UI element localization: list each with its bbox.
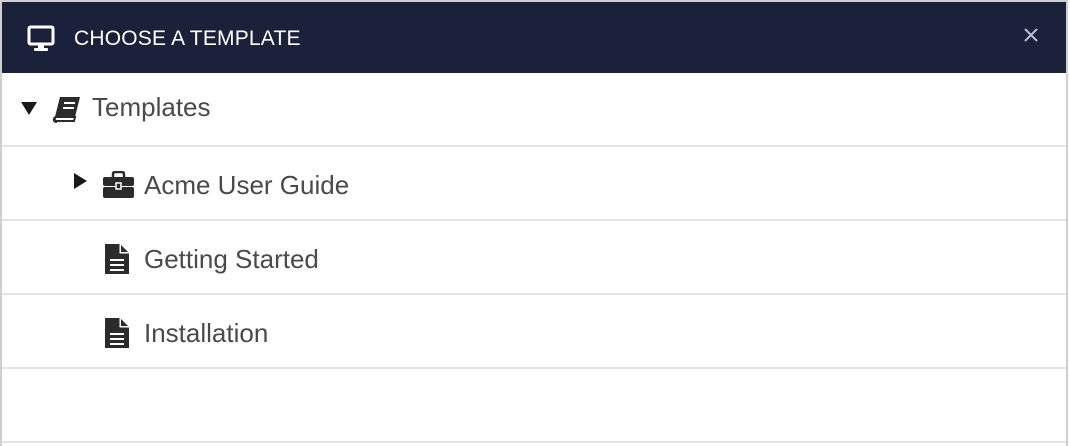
empty-row <box>2 369 1066 443</box>
document-icon <box>105 318 129 348</box>
choose-template-dialog: CHOOSE A TEMPLATE Templates Acme User Gu… <box>0 0 1068 446</box>
caret-right-icon[interactable] <box>71 172 89 190</box>
monitor-icon <box>27 25 55 51</box>
tree-node-installation[interactable]: Installation <box>2 295 1066 369</box>
tree-node-label[interactable]: Getting Started <box>144 244 319 274</box>
document-icon <box>105 244 129 274</box>
dialog-title: CHOOSE A TEMPLATE <box>74 27 301 50</box>
briefcase-icon <box>103 171 134 198</box>
tree-node-getting-started[interactable]: Getting Started <box>2 221 1066 295</box>
tree-node-label[interactable]: Acme User Guide <box>144 170 349 200</box>
template-tree: Templates Acme User Guide Getting Starte… <box>2 73 1066 443</box>
tree-node-label[interactable]: Templates <box>92 92 211 122</box>
tree-node-templates[interactable]: Templates <box>2 73 1066 147</box>
close-icon[interactable] <box>1020 24 1042 46</box>
caret-down-icon[interactable] <box>20 99 38 117</box>
tree-node-label[interactable]: Installation <box>144 318 268 348</box>
dialog-header: CHOOSE A TEMPLATE <box>2 2 1066 73</box>
tree-node-acme-user-guide[interactable]: Acme User Guide <box>2 147 1066 221</box>
book-icon <box>52 96 80 123</box>
